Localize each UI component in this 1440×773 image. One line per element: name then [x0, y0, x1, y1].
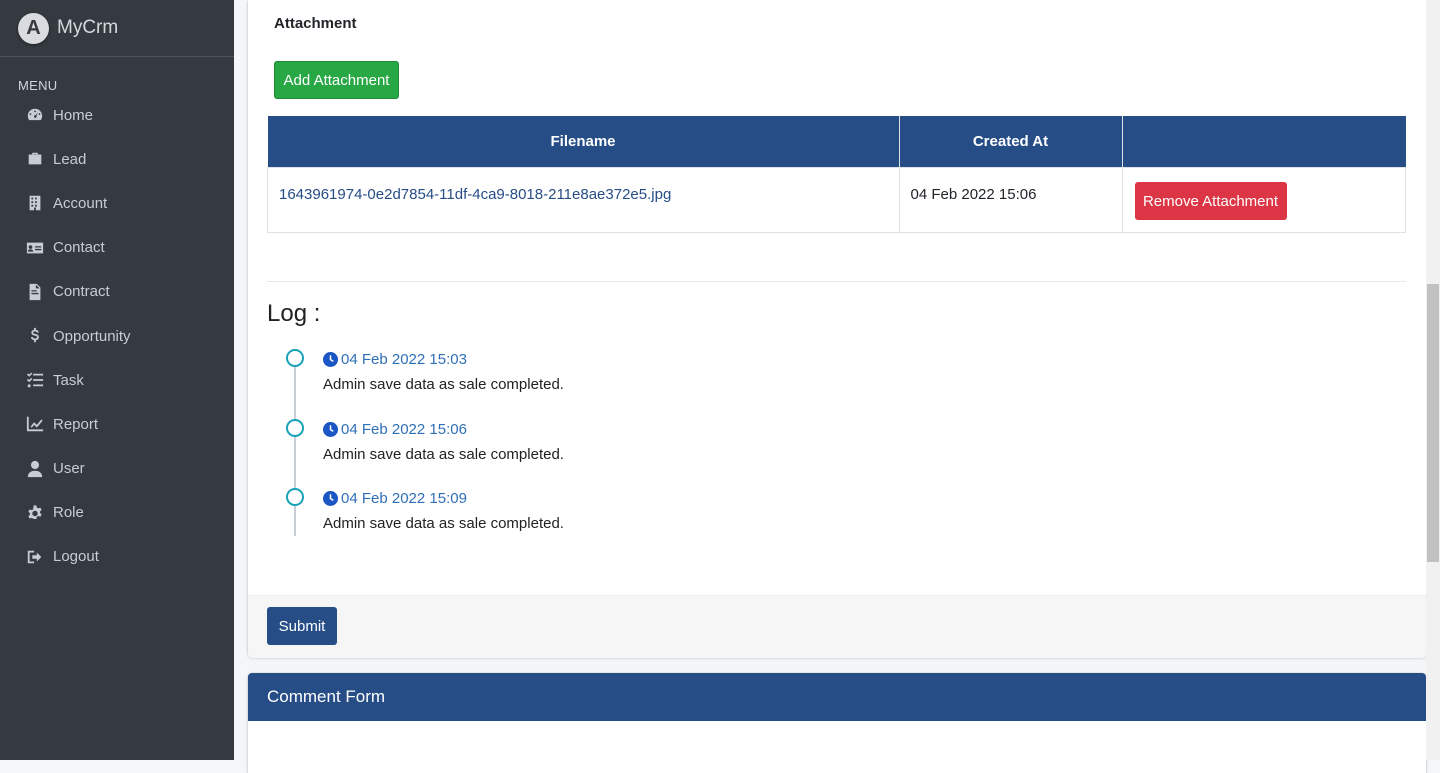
- sidebar-item-label: Contract: [53, 283, 110, 301]
- add-attachment-button[interactable]: Add Attachment: [274, 61, 399, 99]
- sidebar-item-report[interactable]: Report: [0, 402, 234, 446]
- gear-icon: [25, 503, 44, 522]
- submit-button[interactable]: Submit: [267, 607, 337, 645]
- timeline-dot: [286, 419, 304, 437]
- log-timeline: 04 Feb 2022 15:03 Admin save data as sal…: [284, 346, 884, 536]
- timeline-dot: [286, 349, 304, 367]
- sidebar-item-role[interactable]: Role: [0, 491, 234, 535]
- briefcase-icon: [25, 150, 44, 169]
- column-header-filename: Filename: [267, 116, 900, 168]
- attachment-file-link[interactable]: 1643961974-0e2d7854-11df-4ca9-8018-211e8…: [279, 186, 671, 203]
- timeline-time: 04 Feb 2022 15:09: [323, 490, 467, 507]
- sidebar-item-label: Lead: [53, 150, 87, 168]
- sidebar-item-lead[interactable]: Lead: [0, 137, 234, 181]
- timeline-dot: [286, 488, 304, 506]
- sidebar-item-contract[interactable]: Contract: [0, 270, 234, 314]
- tasks-icon: [25, 371, 44, 390]
- brand-name: MyCrm: [57, 17, 119, 38]
- comment-form-title: Comment Form: [248, 673, 1426, 721]
- log-title: Log :: [267, 300, 321, 327]
- timeline-message: Admin save data as sale completed.: [323, 515, 564, 532]
- sidebar-item-user[interactable]: User: [0, 447, 234, 491]
- timeline-item: 04 Feb 2022 15:03 Admin save data as sal…: [284, 346, 884, 406]
- sidebar-item-home[interactable]: Home: [0, 93, 234, 137]
- table-header-row: Filename Created At: [267, 116, 1406, 168]
- remove-attachment-button[interactable]: Remove Attachment: [1134, 182, 1287, 220]
- timeline-time: 04 Feb 2022 15:03: [323, 351, 467, 368]
- address-card-icon: [25, 238, 44, 257]
- attachment-title: Attachment: [274, 15, 357, 32]
- column-header-created-at: Created At: [899, 116, 1123, 168]
- sidebar-item-opportunity[interactable]: Opportunity: [0, 314, 234, 358]
- comment-form-card: Comment Form: [248, 673, 1426, 773]
- sidebar-item-label: Role: [53, 504, 84, 522]
- brand-logo: A: [18, 12, 49, 44]
- created-at-cell: 04 Feb 2022 15:06: [898, 167, 1123, 233]
- timeline-item: 04 Feb 2022 15:09 Admin save data as sal…: [284, 485, 884, 545]
- action-cell: Remove Attachment: [1121, 167, 1406, 233]
- sign-out-icon: [25, 547, 44, 566]
- sidebar-item-label: Task: [53, 371, 84, 389]
- menu-header: MENU: [18, 78, 58, 93]
- dollar-icon: [25, 327, 44, 346]
- sidebar-item-account[interactable]: Account: [0, 181, 234, 225]
- clock-icon: [323, 352, 338, 367]
- sidebar-item-logout[interactable]: Logout: [0, 535, 234, 579]
- timeline-message: Admin save data as sale completed.: [323, 446, 564, 463]
- brand-link[interactable]: A MyCrm: [0, 0, 234, 57]
- sidebar-item-label: Logout: [53, 548, 99, 566]
- filename-cell: 1643961974-0e2d7854-11df-4ca9-8018-211e8…: [267, 167, 900, 233]
- attachment-table: Filename Created At 1643961974-0e2d7854-…: [267, 116, 1406, 233]
- user-icon: [25, 459, 44, 478]
- clock-icon: [323, 422, 338, 437]
- timeline-item: 04 Feb 2022 15:06 Admin save data as sal…: [284, 416, 884, 476]
- building-icon: [25, 194, 44, 213]
- card-footer: Submit: [248, 595, 1426, 658]
- clock-icon: [323, 491, 338, 506]
- timeline-time: 04 Feb 2022 15:06: [323, 421, 467, 438]
- sidebar-item-task[interactable]: Task: [0, 358, 234, 402]
- column-header-action: [1122, 116, 1406, 168]
- sidebar-item-label: Report: [53, 415, 99, 433]
- sidebar-item-label: Contact: [53, 239, 105, 257]
- sidebar-item-label: User: [53, 460, 85, 478]
- sidebar-item-label: Opportunity: [53, 327, 131, 345]
- sidebar-nav: Home Lead Account Contact Contract Oppor…: [0, 93, 234, 579]
- sidebar-item-label: Account: [53, 194, 108, 212]
- chart-line-icon: [25, 415, 44, 434]
- timeline-message: Admin save data as sale completed.: [323, 376, 564, 393]
- file-contract-icon: [25, 282, 44, 301]
- scrollbar-thumb[interactable]: [1427, 284, 1439, 562]
- sidebar-item-label: Home: [53, 106, 94, 124]
- detail-card: Attachment Add Attachment Filename Creat…: [248, 0, 1426, 658]
- sidebar: A MyCrm MENU Home Lead Account Contact C…: [0, 0, 234, 760]
- table-row: 1643961974-0e2d7854-11df-4ca9-8018-211e8…: [267, 167, 1406, 233]
- tachometer-icon: [25, 106, 44, 125]
- sidebar-item-contact[interactable]: Contact: [0, 226, 234, 270]
- section-divider: [267, 281, 1406, 282]
